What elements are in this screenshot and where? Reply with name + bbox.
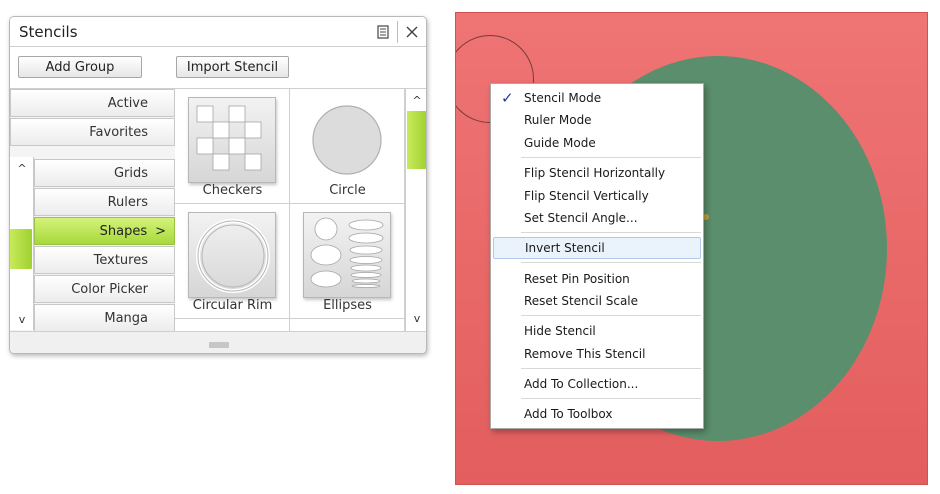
menu-separator — [521, 315, 701, 316]
menu-item-guide-mode[interactable]: Guide Mode — [493, 132, 701, 154]
menu-item-add-to-collection[interactable]: Add To Collection... — [493, 373, 701, 395]
circular-rim-thumbnail — [188, 212, 276, 298]
category-shapes[interactable]: Shapes > — [34, 217, 175, 245]
menu-item-label: Reset Stencil Scale — [524, 294, 639, 308]
scroll-up-arrow[interactable]: ^ — [10, 159, 34, 177]
stencil-scrollbar[interactable]: ^ v — [405, 89, 426, 331]
menu-item-label: Set Stencil Angle... — [524, 211, 638, 225]
stencil-scroll-thumb[interactable] — [407, 111, 426, 169]
menu-item-label: Reset Pin Position — [524, 272, 630, 286]
stencil-circular-rim[interactable]: Circular Rim — [175, 204, 290, 319]
add-group-button[interactable]: Add Group — [18, 56, 142, 78]
scroll-down-arrow[interactable]: v — [10, 310, 34, 328]
stencil-ellipses[interactable]: Ellipses — [290, 204, 405, 319]
menu-item-hide-stencil[interactable]: Hide Stencil — [493, 320, 701, 342]
menu-separator — [521, 157, 701, 158]
menu-item-reset-scale[interactable]: Reset Stencil Scale — [493, 290, 701, 312]
menu-item-ruler-mode[interactable]: Ruler Mode — [493, 109, 701, 131]
category-grids[interactable]: Grids — [34, 159, 175, 187]
category-label: Color Picker — [71, 281, 148, 297]
stencil-circle[interactable]: Circle — [290, 89, 405, 204]
menu-item-label: Flip Stencil Vertically — [524, 189, 649, 203]
menu-item-reset-pin[interactable]: Reset Pin Position — [493, 268, 701, 290]
menu-item-label: Remove This Stencil — [524, 347, 646, 361]
category-manga[interactable]: Manga — [34, 304, 175, 332]
menu-item-label: Ruler Mode — [524, 113, 592, 127]
menu-item-label: Hide Stencil — [524, 324, 596, 338]
stencil-context-menu: ✓ Stencil Mode Ruler Mode Guide Mode Flip… — [490, 83, 704, 429]
category-label: Manga — [104, 310, 148, 326]
category-label: Grids — [113, 165, 148, 181]
category-label: Textures — [93, 252, 148, 268]
menu-item-add-to-toolbox[interactable]: Add To Toolbox — [493, 403, 701, 425]
panel-title: Stencils — [19, 23, 78, 41]
category-label: Rulers — [107, 194, 148, 210]
menu-item-flip-horizontal[interactable]: Flip Stencil Horizontally — [493, 162, 701, 184]
menu-item-label: Invert Stencil — [525, 241, 605, 255]
import-stencil-button[interactable]: Import Stencil — [176, 56, 289, 78]
category-scroll-thumb[interactable] — [10, 229, 32, 269]
panel-menu-icon[interactable] — [374, 23, 392, 41]
category-color-picker[interactable]: Color Picker — [34, 275, 175, 303]
stencil-partial-item[interactable] — [175, 319, 290, 331]
menu-separator — [521, 398, 701, 399]
panel-titlebar: Stencils — [10, 17, 426, 47]
checkmark-icon: ✓ — [501, 89, 514, 107]
tab-favorites[interactable]: Favorites — [10, 118, 175, 146]
menu-item-label: Flip Stencil Horizontally — [524, 166, 666, 180]
menu-separator — [521, 262, 701, 263]
category-rulers[interactable]: Rulers — [34, 188, 175, 216]
category-scrollbar[interactable]: ^ v — [10, 157, 34, 330]
close-icon[interactable] — [403, 23, 421, 41]
stencil-label: Checkers — [202, 183, 263, 198]
menu-item-label: Stencil Mode — [524, 91, 602, 105]
panel-footer — [10, 331, 426, 353]
resize-grip-icon[interactable] — [209, 342, 229, 348]
menu-item-label: Add To Collection... — [524, 377, 639, 391]
stencil-checkers[interactable]: Checkers — [175, 89, 290, 204]
stencils-panel: Stencils Add Group Import Stencil Active… — [9, 16, 427, 354]
stencil-label: Ellipses — [323, 298, 372, 313]
menu-item-label: Add To Toolbox — [524, 407, 613, 421]
circle-thumbnail — [303, 97, 391, 183]
stencil-partial-item[interactable] — [290, 319, 405, 331]
scroll-up-arrow[interactable]: ^ — [405, 91, 426, 109]
menu-item-remove-stencil[interactable]: Remove This Stencil — [493, 343, 701, 365]
tab-active[interactable]: Active — [10, 89, 175, 117]
checkers-thumbnail — [188, 97, 276, 183]
stencil-label: Circle — [329, 183, 366, 198]
menu-item-invert-stencil[interactable]: Invert Stencil — [493, 237, 701, 259]
menu-item-set-angle[interactable]: Set Stencil Angle... — [493, 207, 701, 229]
menu-item-label: Guide Mode — [524, 136, 596, 150]
titlebar-divider — [397, 21, 398, 43]
menu-separator — [521, 368, 701, 369]
menu-item-flip-vertical[interactable]: Flip Stencil Vertically — [493, 185, 701, 207]
category-textures[interactable]: Textures — [34, 246, 175, 274]
stencil-grid: Checkers Circle Circular Rim Ellipses — [175, 89, 405, 331]
panel-toolbar: Add Group Import Stencil — [10, 47, 426, 89]
chevron-right-icon: > — [155, 223, 166, 239]
menu-separator — [521, 232, 701, 233]
stencil-label: Circular Rim — [192, 298, 273, 313]
ellipses-thumbnail — [303, 212, 391, 298]
category-label: Shapes — [99, 223, 148, 239]
scroll-down-arrow[interactable]: v — [405, 309, 426, 327]
menu-item-stencil-mode[interactable]: ✓ Stencil Mode — [493, 87, 701, 109]
